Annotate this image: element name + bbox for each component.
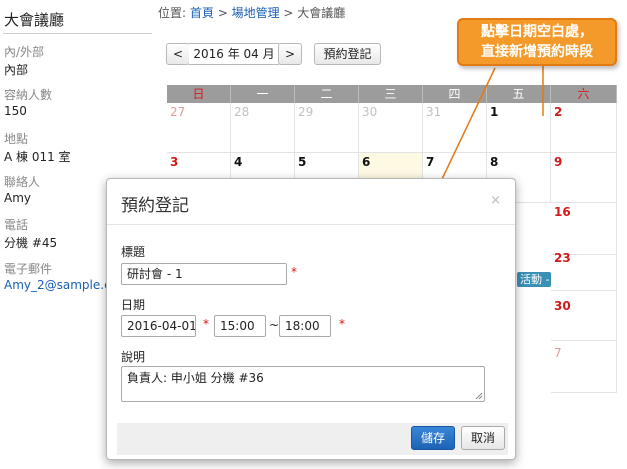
day-number: 2 (554, 105, 563, 119)
day-number: 7 (426, 155, 435, 169)
day-number: 16 (554, 205, 571, 219)
resize-handle-icon[interactable] (475, 392, 483, 400)
field-value-location: A 棟 011 室 (4, 150, 71, 164)
modal-title: 預約登記 (121, 196, 189, 216)
time-separator: ~ (269, 318, 280, 332)
required-mark: * (291, 265, 297, 279)
day-cell[interactable]: 9 (551, 153, 617, 203)
event-chip[interactable]: 活動 - (517, 272, 551, 287)
modal-header-divider (107, 224, 515, 225)
close-icon[interactable]: × (490, 193, 501, 208)
field-value-phone: 分機 #45 (4, 236, 58, 250)
breadcrumb-prefix: 位置: (158, 6, 190, 20)
day-cell[interactable]: 31 (423, 103, 487, 153)
day-cell[interactable]: 2 (551, 103, 617, 153)
day-number: 6 (362, 155, 371, 169)
day-number: 28 (234, 105, 250, 119)
description-textarea[interactable]: 負責人: 申小姐 分機 #36 (121, 366, 485, 402)
day-cell[interactable]: 30 (551, 291, 617, 341)
hint-callout: 點擊日期空白處， 直接新增預約時段 (457, 18, 617, 66)
day-number: 9 (554, 155, 563, 169)
weekday-header-tue: 二 (295, 85, 359, 103)
description-text: 負責人: 申小姐 分機 #36 (127, 371, 264, 385)
date-input[interactable]: 2016-04-01 (121, 315, 196, 337)
field-label-email: 電子郵件 (4, 262, 53, 276)
breadcrumb-current: 大會議廳 (297, 6, 346, 20)
current-month-label: 2016 年 04 月 (189, 43, 279, 65)
title-divider (3, 33, 152, 34)
day-cell[interactable]: 23 (551, 251, 617, 291)
room-title: 大會議廳 (4, 11, 65, 29)
breadcrumb: 位置: 首頁 > 場地管理 > 大會議廳 (158, 4, 345, 21)
field-label-phone: 電話 (4, 218, 29, 232)
save-button[interactable]: 儲存 (411, 426, 455, 450)
breadcrumb-section-link[interactable]: 場地管理 (232, 6, 280, 20)
prev-month-button[interactable]: < (166, 43, 190, 65)
weekday-header-sun: 日 (167, 85, 231, 103)
field-label-type: 內/外部 (4, 45, 45, 59)
day-cell[interactable]: 30 (359, 103, 423, 153)
hint-line-1: 點擊日期空白處， (481, 24, 593, 40)
day-number: 31 (426, 105, 442, 119)
required-mark: * (203, 317, 209, 331)
field-label-capacity: 容納人數 (4, 88, 53, 102)
day-cell[interactable]: 1 (487, 103, 551, 153)
day-cell[interactable]: 28 (231, 103, 295, 153)
subject-input[interactable]: 研討會 - 1 (121, 263, 287, 285)
day-number: 29 (298, 105, 314, 119)
day-cell[interactable]: 29 (295, 103, 359, 153)
day-number: 30 (362, 105, 378, 119)
weekday-header-thu: 四 (423, 85, 487, 103)
next-month-button[interactable]: > (278, 43, 302, 65)
day-cell[interactable]: 27 (167, 103, 231, 153)
end-time-input[interactable]: 18:00 (279, 315, 331, 337)
day-number: 30 (554, 299, 571, 313)
day-number: 8 (490, 155, 499, 169)
day-number: 23 (554, 251, 571, 265)
breadcrumb-separator: > (213, 6, 232, 20)
field-value-capacity: 150 (4, 104, 27, 118)
date-label: 日期 (121, 298, 146, 312)
day-cell[interactable]: 16 (551, 203, 617, 255)
field-label-contact: 聯絡人 (4, 175, 41, 189)
weekday-header-mon: 一 (231, 85, 295, 103)
day-number: 7 (554, 346, 562, 360)
day-cell[interactable]: 7 (551, 341, 617, 393)
weekday-header-fri: 五 (487, 85, 551, 103)
weekday-header-wed: 三 (359, 85, 423, 103)
day-number: 4 (234, 155, 243, 169)
start-time-input[interactable]: 15:00 (214, 315, 266, 337)
cancel-button[interactable]: 取消 (461, 426, 505, 450)
day-number: 1 (490, 105, 499, 119)
description-label: 說明 (121, 350, 146, 364)
email-link[interactable]: Amy_2@sample.c (4, 278, 111, 292)
day-number: 5 (298, 155, 307, 169)
breadcrumb-separator: > (279, 6, 298, 20)
field-value-contact: Amy (4, 191, 31, 205)
day-number: 3 (170, 155, 179, 169)
required-mark: * (339, 317, 345, 331)
field-value-type: 內部 (4, 63, 29, 77)
hint-line-2: 直接新增預約時段 (481, 44, 593, 60)
book-button[interactable]: 預約登記 (314, 43, 381, 65)
field-label-location: 地點 (4, 132, 29, 146)
day-number: 27 (170, 105, 186, 119)
breadcrumb-home-link[interactable]: 首頁 (190, 6, 214, 20)
subject-label: 標題 (121, 245, 146, 259)
booking-modal: 預約登記 × 標題 研討會 - 1 * 日期 2016-04-01 * 15:0… (106, 178, 516, 460)
weekday-header-sat: 六 (551, 85, 617, 103)
